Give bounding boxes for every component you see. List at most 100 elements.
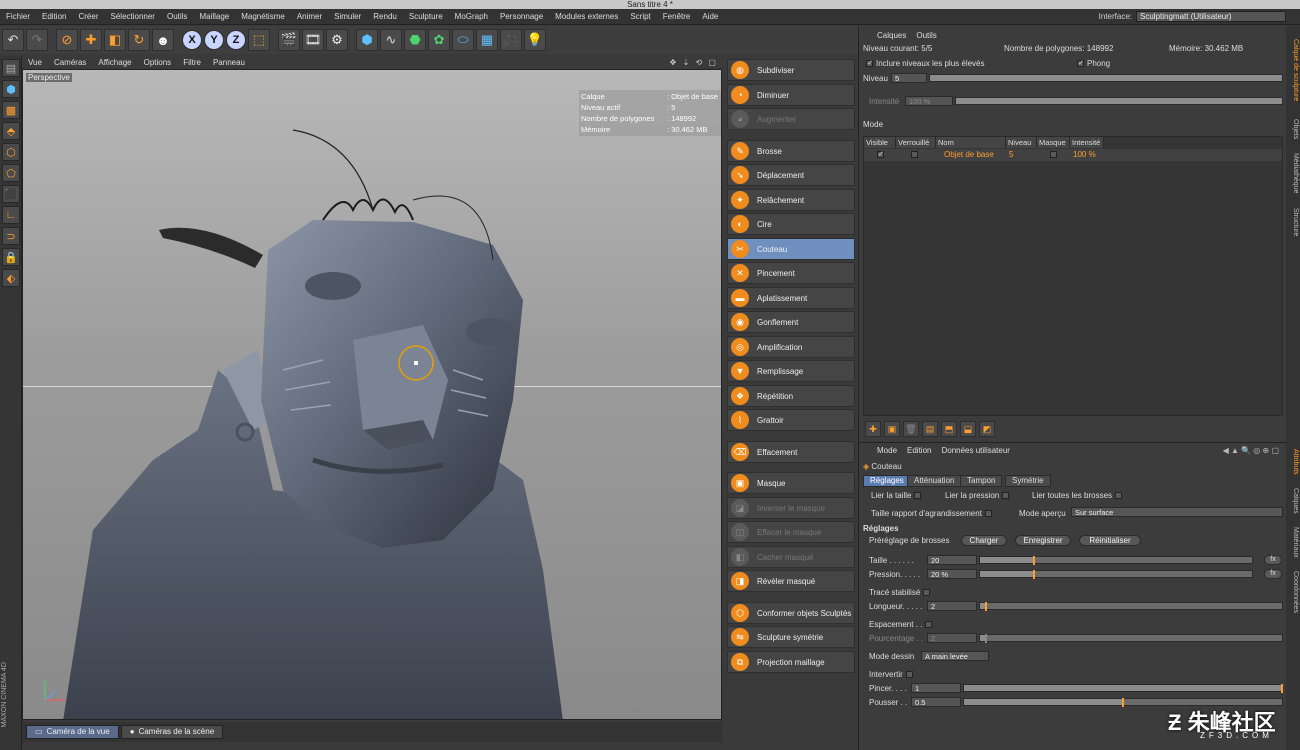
- layers-menu-calques[interactable]: Calques: [877, 31, 906, 40]
- x-axis-icon[interactable]: X: [182, 30, 202, 50]
- pinch-field[interactable]: 1: [911, 683, 961, 693]
- vp-menu-vue[interactable]: Vue: [22, 58, 48, 67]
- render-settings-icon[interactable]: ⚙: [326, 29, 348, 51]
- include-higher-checkbox[interactable]: ✓: [866, 60, 873, 68]
- texture-mode-icon[interactable]: ▩: [2, 101, 20, 119]
- array-icon[interactable]: ✿: [428, 29, 450, 51]
- tool-sculpture-symetrie[interactable]: ⇋ Sculpture symétrie: [727, 626, 855, 648]
- side-tab-library[interactable]: Médiathèque: [1287, 148, 1299, 198]
- interface-select[interactable]: Sculptingmatt (Utilisateur): [1136, 11, 1286, 22]
- level-field[interactable]: 5: [891, 73, 927, 83]
- percent-field[interactable]: 2: [927, 633, 977, 643]
- size-ratio-checkbox[interactable]: [984, 510, 992, 518]
- attr-menu-mode[interactable]: Mode: [877, 446, 897, 455]
- undo-icon[interactable]: ↶: [2, 29, 24, 51]
- reset-button[interactable]: Réinitialiser: [1079, 535, 1141, 546]
- tool-projection-maillage[interactable]: ⧉ Projection maillage: [727, 651, 855, 673]
- pinch-slider[interactable]: [963, 684, 1283, 693]
- size-fx-button[interactable]: fx: [1264, 555, 1282, 565]
- rotate-icon[interactable]: ↻: [128, 29, 150, 51]
- level-slider[interactable]: [929, 74, 1283, 82]
- side-tab-attributes[interactable]: Attributs: [1287, 444, 1299, 480]
- preview-mode-select[interactable]: Sur surface: [1071, 507, 1283, 517]
- menu-outils[interactable]: Outils: [161, 12, 193, 21]
- light-icon[interactable]: 💡: [524, 29, 546, 51]
- side-tab-objects[interactable]: Objets: [1287, 114, 1299, 144]
- vp-menu-panneau[interactable]: Panneau: [207, 58, 251, 67]
- render-picture-icon[interactable]: 🎞: [302, 29, 324, 51]
- stabilized-checkbox[interactable]: [923, 589, 931, 597]
- load-button[interactable]: Charger: [961, 535, 1007, 546]
- side-tab-structure[interactable]: Structure: [1287, 202, 1299, 242]
- redo-icon[interactable]: ↷: [26, 29, 48, 51]
- edges-mode-icon[interactable]: ⬠: [2, 164, 20, 182]
- push-field[interactable]: 0.5: [911, 697, 961, 707]
- tool-subdiviser[interactable]: ◍ Subdiviser: [727, 59, 855, 81]
- length-slider[interactable]: [979, 602, 1283, 611]
- tool-couteau[interactable]: ✂ Couteau: [727, 238, 855, 260]
- y-axis-icon[interactable]: Y: [204, 30, 224, 50]
- spacing-checkbox[interactable]: [925, 621, 933, 629]
- pressure-field[interactable]: 20 %: [927, 569, 977, 579]
- menu-simuler[interactable]: Simuler: [328, 12, 367, 21]
- tab-symetrie[interactable]: Symétrie: [1005, 475, 1051, 487]
- tool-grattoir[interactable]: ⌇ Grattoir: [727, 409, 855, 431]
- model-mode-icon[interactable]: ⬢: [2, 80, 20, 98]
- intensity-slider[interactable]: [955, 97, 1283, 105]
- tool-repetition[interactable]: ❖ Répétition: [727, 385, 855, 407]
- sculpt-model[interactable]: [23, 70, 722, 720]
- menu-personnage[interactable]: Personnage: [494, 12, 549, 21]
- tool-deplacement[interactable]: ➘ Déplacement: [727, 164, 855, 186]
- bake-layer-icon[interactable]: ⬓: [960, 421, 976, 437]
- mask-layer-icon[interactable]: ◩: [979, 421, 995, 437]
- link-size-checkbox[interactable]: [914, 492, 922, 500]
- visible-checkbox[interactable]: ✓: [877, 151, 884, 158]
- menu-sculpture[interactable]: Sculpture: [403, 12, 449, 21]
- snap-icon[interactable]: ⊃: [2, 227, 20, 245]
- invert-checkbox[interactable]: [905, 671, 913, 679]
- points-mode-icon[interactable]: ⬡: [2, 143, 20, 161]
- menu-fichier[interactable]: Fichier: [0, 12, 36, 21]
- tool-gonflement[interactable]: ◉ Gonflement: [727, 311, 855, 333]
- size-field[interactable]: 20: [927, 555, 977, 565]
- layers-menu-outils[interactable]: Outils: [916, 31, 936, 40]
- menu-animer[interactable]: Animer: [291, 12, 328, 21]
- side-tab-layers[interactable]: Calques: [1287, 484, 1299, 518]
- cube-icon[interactable]: ⬢: [356, 29, 378, 51]
- tool-effacer-le-masque[interactable]: ◫ Effacer le masque: [727, 521, 855, 543]
- polygons-mode-icon[interactable]: ⬛: [2, 185, 20, 203]
- tab-attenuation[interactable]: Atténuation: [907, 475, 962, 487]
- move-icon[interactable]: ✚: [80, 29, 102, 51]
- clear-layer-icon[interactable]: ▤: [922, 421, 938, 437]
- tool-pincement[interactable]: ✕ Pincement: [727, 262, 855, 284]
- scale-icon[interactable]: ◧: [104, 29, 126, 51]
- menu-maillage[interactable]: Maillage: [193, 12, 235, 21]
- tool-diminuer[interactable]: ◔ Diminuer: [727, 84, 855, 106]
- tab-reglages[interactable]: Réglages: [863, 475, 911, 487]
- locked-checkbox[interactable]: [911, 151, 918, 158]
- axis-mode-icon[interactable]: ∟: [2, 206, 20, 224]
- mask-checkbox[interactable]: [1050, 151, 1057, 158]
- menu-mograph[interactable]: MoGraph: [449, 12, 494, 21]
- attr-menu-edition[interactable]: Edition: [907, 446, 931, 455]
- planar-workplane-icon[interactable]: ⬖: [2, 269, 20, 287]
- menu-aide[interactable]: Aide: [696, 12, 724, 21]
- menu-selectionner[interactable]: Sélectionner: [105, 12, 161, 21]
- camera-icon[interactable]: 🎥: [500, 29, 522, 51]
- coord-system-icon[interactable]: ⬚: [248, 29, 270, 51]
- spline-icon[interactable]: ∿: [380, 29, 402, 51]
- menu-modules-externes[interactable]: Modules externes: [549, 12, 624, 21]
- tool-amplification[interactable]: ◎ Amplification: [727, 336, 855, 358]
- tool-relachement[interactable]: ✦ Relâchement: [727, 189, 855, 211]
- attr-menu-user-data[interactable]: Données utilisateur: [941, 446, 1009, 455]
- tool-aplatissement[interactable]: ▬ Aplatissement: [727, 287, 855, 309]
- link-all-checkbox[interactable]: [1115, 492, 1123, 500]
- z-axis-icon[interactable]: Z: [226, 30, 246, 50]
- tool-masque[interactable]: ▣ Masque: [727, 472, 855, 494]
- tool-inverser-le-masque[interactable]: ◪ Inverser le masque: [727, 497, 855, 519]
- phong-checkbox[interactable]: ✓: [1077, 60, 1084, 68]
- viewport-nav-icons[interactable]: ✥ ⇣ ⟲ ▢: [670, 58, 722, 67]
- deformer-icon[interactable]: ⬭: [452, 29, 474, 51]
- subdivision-icon[interactable]: ⬣: [404, 29, 426, 51]
- tool-cire[interactable]: ◐ Cire: [727, 213, 855, 235]
